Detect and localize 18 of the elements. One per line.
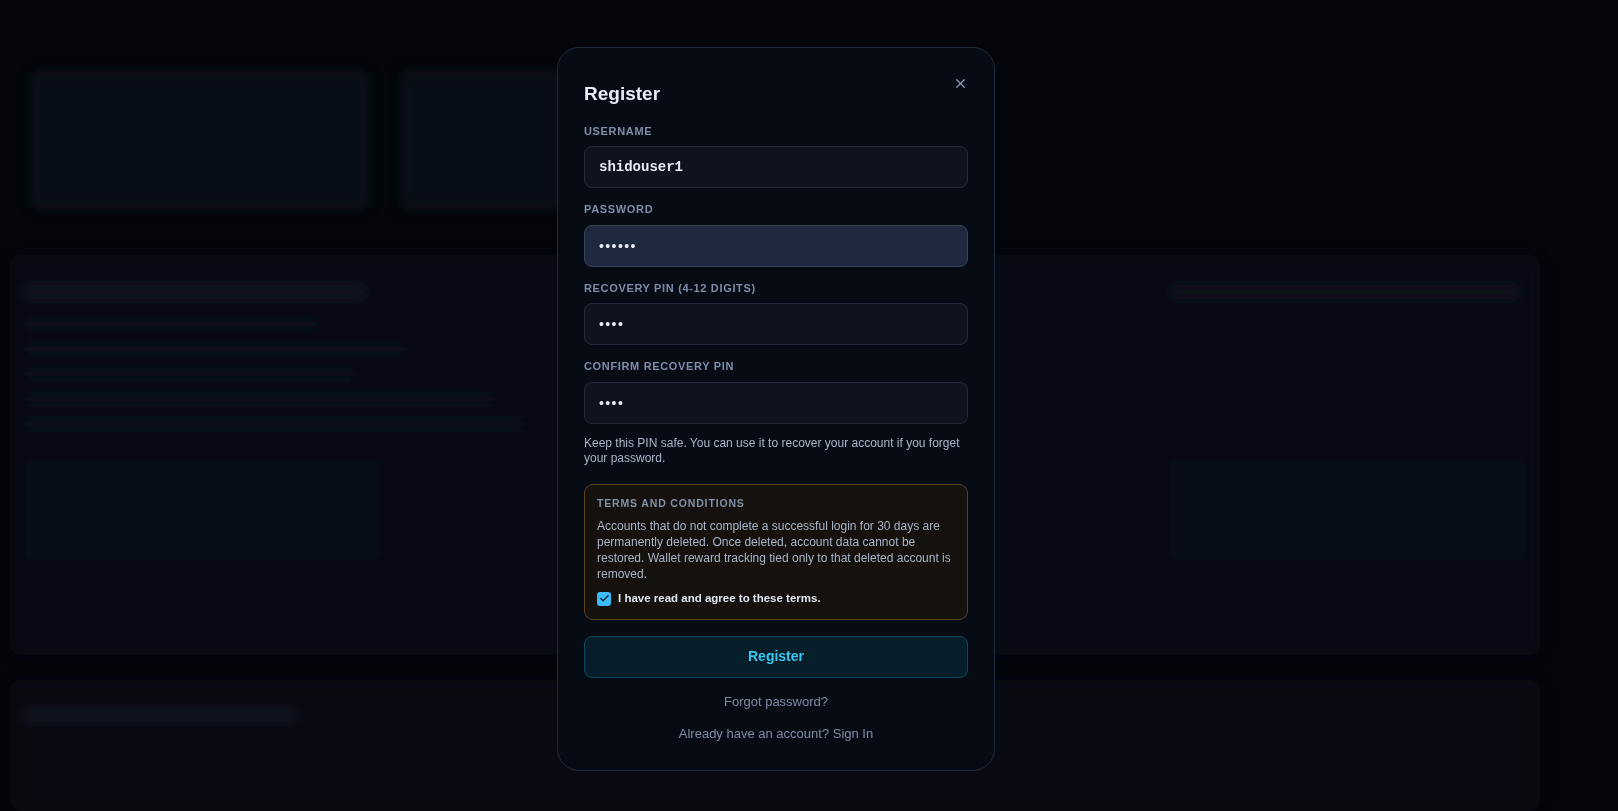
terms-title: TERMS AND CONDITIONS xyxy=(597,495,746,511)
agree-checkbox[interactable] xyxy=(597,591,611,606)
sign-in-link[interactable]: Already have an account? Sign In xyxy=(678,724,874,744)
field-label: CONFIRM RECOVERY PIN xyxy=(584,359,736,374)
agree-label: I have read and agree to these terms. xyxy=(618,591,821,607)
field-label: RECOVERY PIN (4-12 DIGITS) xyxy=(584,280,757,296)
dialog-title: Register xyxy=(584,82,661,106)
input-field[interactable]: •••••• xyxy=(584,224,968,267)
forgot-password-link[interactable]: Forgot password? xyxy=(723,691,829,711)
register-button[interactable]: Register xyxy=(584,635,968,678)
terms-text: Accounts that do not complete a successful login for 30 days are permanently deleted. Once deleted, account data cannot be restored. Wallet reward tracking tied only to that deleted account is removed. xyxy=(597,518,952,583)
input-field[interactable]: •••• xyxy=(584,303,968,345)
pin-hint: Keep this PIN safe. You can use it to recover your account if you forget your password. xyxy=(584,435,961,466)
input-field[interactable]: shidouser1 xyxy=(584,146,968,188)
input-field[interactable]: •••• xyxy=(584,381,968,424)
field-label: PASSWORD xyxy=(584,202,655,217)
field-label: USERNAME xyxy=(584,123,654,139)
close-icon xyxy=(953,76,968,91)
